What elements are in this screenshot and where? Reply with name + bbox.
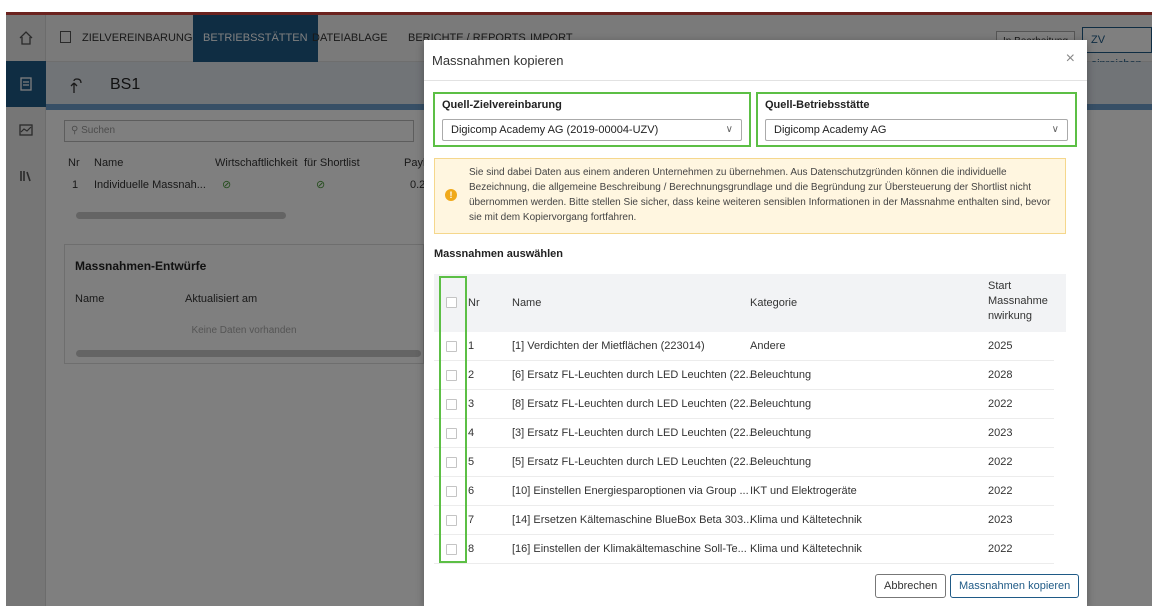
cell-nr: 2 — [468, 369, 475, 381]
frame-left — [0, 0, 6, 606]
cell-name: [3] Ersatz FL-Leuchten durch LED Leuchte… — [512, 427, 755, 439]
cell-category: Beleuchtung — [750, 456, 812, 468]
table-row[interactable]: 4 [3] Ersatz FL-Leuchten durch LED Leuch… — [434, 419, 1054, 448]
cell-nr: 6 — [468, 485, 475, 497]
cell-start: 2023 — [988, 514, 1013, 526]
cell-name: [5] Ersatz FL-Leuchten durch LED Leuchte… — [512, 456, 755, 468]
source-site-value: Digicomp Academy AG — [774, 124, 887, 136]
table-row[interactable]: 8 [16] Einstellen der Klimakältemaschine… — [434, 535, 1054, 564]
copy-measures-dialog: Massnahmen kopieren × Quell-Zielvereinba… — [424, 40, 1087, 606]
cell-category: Beleuchtung — [750, 398, 812, 410]
col-start[interactable]: Start Massnahme nwirkung — [988, 279, 1048, 324]
cell-name: [14] Ersetzen Kältemaschine BlueBox Beta… — [512, 514, 753, 526]
cell-category: Klima und Kältetechnik — [750, 514, 862, 526]
table-row[interactable]: 5 [5] Ersatz FL-Leuchten durch LED Leuch… — [434, 448, 1054, 477]
frame-top — [0, 0, 1152, 12]
source-agreement-value: Digicomp Academy AG (2019-00004-UZV) — [451, 124, 659, 136]
col-category[interactable]: Kategorie — [750, 296, 797, 311]
table-row[interactable]: 2 [6] Ersatz FL-Leuchten durch LED Leuch… — [434, 361, 1054, 390]
measures-table: Nr Name Kategorie Start Massnahme nwirku… — [434, 274, 1066, 566]
copy-measures-button[interactable]: Massnahmen kopieren — [950, 574, 1080, 598]
cell-nr: 8 — [468, 543, 475, 555]
chevron-down-icon: ∨ — [1051, 124, 1059, 135]
cell-start: 2028 — [988, 369, 1013, 381]
checkbox-column-highlight — [439, 276, 467, 563]
cell-start: 2022 — [988, 456, 1013, 468]
cell-category: Beleuchtung — [750, 427, 812, 439]
table-header: Nr Name Kategorie Start Massnahme nwirku… — [434, 274, 1066, 332]
cell-nr: 1 — [468, 340, 475, 352]
cell-category: Klima und Kältetechnik — [750, 543, 862, 555]
cell-name: [1] Verdichten der Mietflächen (223014) — [512, 340, 705, 352]
source-site-select[interactable]: Digicomp Academy AG ∨ — [765, 119, 1068, 141]
cell-nr: 4 — [468, 427, 475, 439]
cell-name: [16] Einstellen der Klimakältemaschine S… — [512, 543, 747, 555]
cell-category: Beleuchtung — [750, 369, 812, 381]
col-start-line2: Massnahme — [988, 295, 1048, 307]
table-row[interactable]: 3 [8] Ersatz FL-Leuchten durch LED Leuch… — [434, 390, 1054, 419]
select-measures-heading: Massnahmen auswählen — [434, 248, 563, 260]
table-row[interactable]: 1 [1] Verdichten der Mietflächen (223014… — [434, 332, 1054, 361]
cancel-button[interactable]: Abbrechen — [875, 574, 947, 598]
chevron-down-icon: ∨ — [725, 124, 733, 135]
source-agreement-field: Quell-Zielvereinbarung Digicomp Academy … — [433, 92, 751, 147]
cell-name: [6] Ersatz FL-Leuchten durch LED Leuchte… — [512, 369, 755, 381]
cell-category: IKT und Elektrogeräte — [750, 485, 857, 497]
cell-start: 2023 — [988, 427, 1013, 439]
cell-name: [10] Einstellen Energiesparoptionen via … — [512, 485, 749, 497]
table-row[interactable]: 6 [10] Einstellen Energiesparoptionen vi… — [434, 477, 1054, 506]
privacy-warning: ! Sie sind dabei Daten aus einem anderen… — [434, 158, 1066, 234]
cell-name: [8] Ersatz FL-Leuchten durch LED Leuchte… — [512, 398, 755, 410]
col-name[interactable]: Name — [512, 296, 541, 311]
table-row[interactable]: 7 [14] Ersetzen Kältemaschine BlueBox Be… — [434, 506, 1054, 535]
col-start-line3: nwirkung — [988, 310, 1033, 322]
source-site-label: Quell-Betriebsstätte — [765, 99, 870, 111]
col-nr[interactable]: Nr — [468, 296, 480, 311]
divider — [424, 80, 1087, 81]
source-agreement-label: Quell-Zielvereinbarung — [442, 99, 562, 111]
close-icon[interactable]: × — [1066, 50, 1075, 68]
source-agreement-select[interactable]: Digicomp Academy AG (2019-00004-UZV) ∨ — [442, 119, 742, 141]
warning-text: Sie sind dabei Daten aus einem anderen U… — [469, 167, 1051, 223]
cell-start: 2022 — [988, 485, 1013, 497]
col-start-line1: Start — [988, 280, 1012, 292]
cell-start: 2022 — [988, 543, 1013, 555]
dialog-title: Massnahmen kopieren — [432, 53, 564, 68]
cell-start: 2022 — [988, 398, 1013, 410]
source-site-field: Quell-Betriebsstätte Digicomp Academy AG… — [756, 92, 1077, 147]
cell-start: 2025 — [988, 340, 1013, 352]
cell-category: Andere — [750, 340, 786, 352]
cell-nr: 7 — [468, 514, 475, 526]
cell-nr: 3 — [468, 398, 475, 410]
warning-icon: ! — [445, 189, 457, 201]
cell-nr: 5 — [468, 456, 475, 468]
